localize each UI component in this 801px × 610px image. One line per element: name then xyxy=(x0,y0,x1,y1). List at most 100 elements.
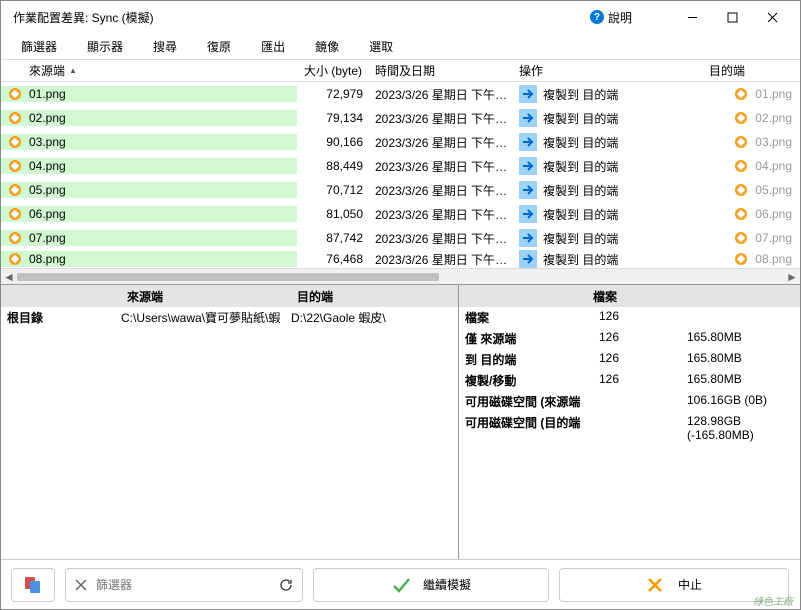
info-head-source: 來源端 xyxy=(121,288,291,305)
cell-op: 複製到 目的端 xyxy=(513,205,703,223)
col-op[interactable]: 操作 xyxy=(513,62,703,79)
root-target: D:\22\Gaole 蝦皮\ xyxy=(291,309,452,326)
op-label: 複製到 目的端 xyxy=(543,86,618,103)
filter-box[interactable] xyxy=(65,568,303,602)
cell-source: 04.png xyxy=(1,158,297,174)
arrow-right-icon[interactable] xyxy=(519,85,537,103)
menu-display[interactable]: 顯示器 xyxy=(87,38,123,55)
menu-mirror[interactable]: 鏡像 xyxy=(315,38,339,55)
op-label: 複製到 目的端 xyxy=(543,110,618,127)
arrow-right-icon[interactable] xyxy=(519,229,537,247)
arrow-right-icon[interactable] xyxy=(519,181,537,199)
arrow-right-icon[interactable] xyxy=(519,157,537,175)
file-icon xyxy=(733,206,749,222)
minimize-button[interactable] xyxy=(672,3,712,31)
stat-row: 到 目的端126165.80MB xyxy=(459,349,800,370)
target-filename: 02.png xyxy=(755,111,792,125)
table-row[interactable]: 03.png90,1662023/3/26 星期日 下午複製到 目的端03.pn… xyxy=(1,130,800,154)
target-filename: 01.png xyxy=(755,87,792,101)
filename: 04.png xyxy=(29,159,66,173)
table-row[interactable]: 06.png81,0502023/3/26 星期日 下午複製到 目的端06.pn… xyxy=(1,202,800,226)
table-row[interactable]: 08.png76,4682023/3/26 星期日 下午複製到 目的端08.pn… xyxy=(1,250,800,268)
menu-export[interactable]: 匯出 xyxy=(261,38,285,55)
stat-head-label: 檔案 xyxy=(593,288,681,305)
bottom-bar: 繼續模擬 中止 xyxy=(1,559,800,609)
stat-val1 xyxy=(599,414,687,442)
filename: 02.png xyxy=(29,111,66,125)
menu-select[interactable]: 選取 xyxy=(369,38,393,55)
stat-val2: 165.80MB xyxy=(687,351,800,368)
continue-button[interactable]: 繼續模擬 xyxy=(313,568,549,602)
cell-op: 複製到 目的端 xyxy=(513,229,703,247)
continue-label: 繼續模擬 xyxy=(423,576,471,593)
clear-icon[interactable] xyxy=(74,578,88,592)
filter-input[interactable] xyxy=(96,578,270,592)
file-icon xyxy=(7,230,23,246)
stop-label: 中止 xyxy=(678,576,702,593)
refresh-icon[interactable] xyxy=(278,577,294,593)
help-link[interactable]: ? 說明 xyxy=(590,9,632,26)
stat-row: 可用磁碟空間 (目的端128.98GB (-165.80MB) xyxy=(459,412,800,444)
maximize-button[interactable] xyxy=(712,3,752,31)
scroll-thumb[interactable] xyxy=(17,273,439,281)
stat-val1 xyxy=(599,393,687,410)
menu-filter[interactable]: 篩選器 xyxy=(21,38,57,55)
scroll-left-icon[interactable]: ◄ xyxy=(1,269,17,285)
table-row[interactable]: 04.png88,4492023/3/26 星期日 下午複製到 目的端04.pn… xyxy=(1,154,800,178)
file-icon xyxy=(7,110,23,126)
arrow-right-icon[interactable] xyxy=(519,109,537,127)
stat-val1: 126 xyxy=(599,330,687,347)
scrollbar-horizontal[interactable]: ◄ ► xyxy=(1,268,800,284)
arrow-right-icon[interactable] xyxy=(519,133,537,151)
close-button[interactable] xyxy=(752,3,792,31)
cell-size: 76,468 xyxy=(297,252,369,266)
file-icon xyxy=(7,134,23,150)
cell-source: 02.png xyxy=(1,110,297,126)
cell-target: 08.png xyxy=(703,251,800,267)
file-icon xyxy=(7,158,23,174)
cell-source: 08.png xyxy=(1,251,297,267)
stat-key: 可用磁碟空間 (來源端 xyxy=(465,393,599,410)
col-target[interactable]: 目的端 xyxy=(703,62,800,79)
copy-icon xyxy=(22,574,44,596)
file-icon xyxy=(733,134,749,150)
stat-val1: 126 xyxy=(599,372,687,389)
cell-target: 01.png xyxy=(703,86,800,102)
table-row[interactable]: 02.png79,1342023/3/26 星期日 下午複製到 目的端02.pn… xyxy=(1,106,800,130)
copy-button[interactable] xyxy=(11,568,55,602)
titlebar: 作業配置差異: Sync (模擬) ? 說明 xyxy=(1,1,800,33)
sort-asc-icon: ▲ xyxy=(69,66,77,75)
stat-val2 xyxy=(687,309,800,326)
scroll-right-icon[interactable]: ► xyxy=(784,269,800,285)
table-row[interactable]: 07.png87,7422023/3/26 星期日 下午複製到 目的端07.pn… xyxy=(1,226,800,250)
filename: 01.png xyxy=(29,87,66,101)
table-row[interactable]: 05.png70,7122023/3/26 星期日 下午複製到 目的端05.pn… xyxy=(1,178,800,202)
help-icon: ? xyxy=(590,10,604,24)
col-date[interactable]: 時間及日期 xyxy=(369,62,513,79)
cell-op: 複製到 目的端 xyxy=(513,133,703,151)
stat-val2: 106.16GB (0B) xyxy=(687,393,800,410)
cell-source: 03.png xyxy=(1,134,297,150)
cell-size: 70,712 xyxy=(297,183,369,197)
menu-search[interactable]: 搜尋 xyxy=(153,38,177,55)
arrow-right-icon[interactable] xyxy=(519,250,537,268)
stat-val2: 128.98GB (-165.80MB) xyxy=(687,414,800,442)
stat-val2: 165.80MB xyxy=(687,372,800,389)
cell-date: 2023/3/26 星期日 下午 xyxy=(369,86,513,103)
col-size[interactable]: 大小 (byte) xyxy=(297,62,369,79)
arrow-right-icon[interactable] xyxy=(519,205,537,223)
scroll-track[interactable] xyxy=(17,271,784,283)
file-table: 來源端▲ 大小 (byte) 時間及日期 操作 目的端 01.png72,979… xyxy=(1,59,800,284)
stat-header: 檔案 xyxy=(459,285,800,307)
cell-op: 複製到 目的端 xyxy=(513,109,703,127)
stat-key: 到 目的端 xyxy=(465,351,599,368)
info-head-target: 目的端 xyxy=(291,288,458,305)
col-source[interactable]: 來源端▲ xyxy=(1,62,297,79)
menu-undo[interactable]: 復原 xyxy=(207,38,231,55)
filename: 07.png xyxy=(29,231,66,245)
table-row[interactable]: 01.png72,9792023/3/26 星期日 下午複製到 目的端01.pn… xyxy=(1,82,800,106)
stat-row: 僅 來源端126165.80MB xyxy=(459,328,800,349)
op-label: 複製到 目的端 xyxy=(543,230,618,247)
cell-op: 複製到 目的端 xyxy=(513,157,703,175)
cell-size: 88,449 xyxy=(297,159,369,173)
